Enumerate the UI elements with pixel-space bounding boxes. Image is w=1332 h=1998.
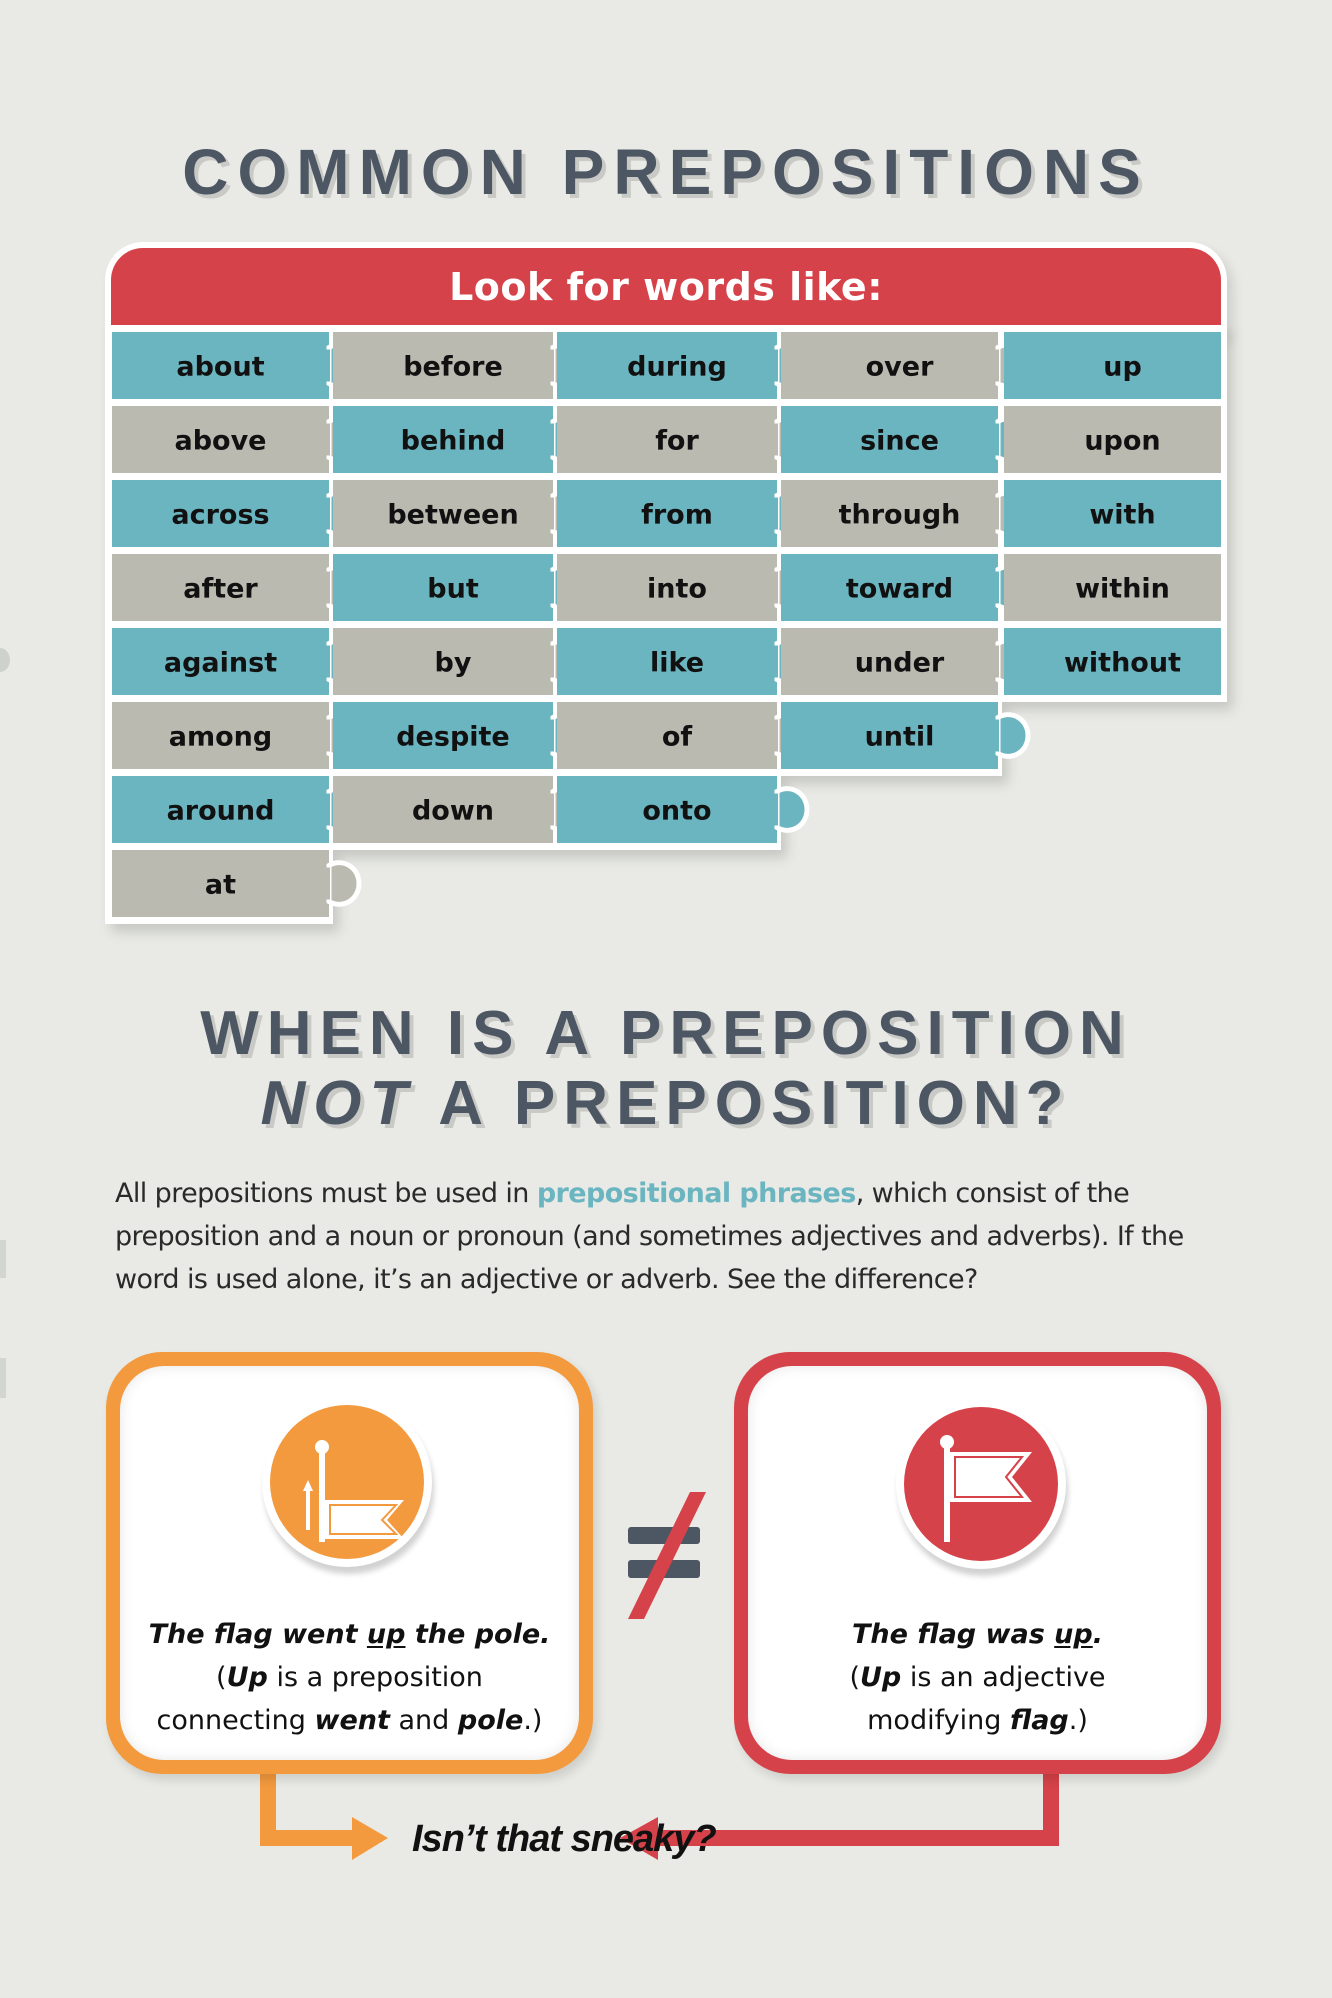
icon-circle: [904, 1407, 1058, 1561]
example-sentence: The flag went up the pole.: [148, 1619, 551, 1650]
not-equal-icon: [628, 1492, 706, 1619]
example-explanation-line2: modifying flag.): [867, 1705, 1088, 1736]
example-explanation-line1: (Up is an adjective: [849, 1662, 1106, 1693]
card-inner: The flag went up the pole. (Up is a prep…: [120, 1366, 579, 1760]
conclusion-text: Isn’t that sneaky?: [412, 1818, 717, 1860]
icon-circle: [270, 1405, 424, 1559]
example-text: The flag was up. (Up is an adjective mod…: [748, 1613, 1207, 1742]
example-explanation-line1: (Up is a preposition: [216, 1662, 483, 1693]
example-card-adjective: The flag was up. (Up is an adjective mod…: [734, 1352, 1221, 1774]
icon-ring: [262, 1397, 432, 1567]
flag-raising-icon: [303, 1440, 404, 1542]
example-sentence: The flag was up.: [851, 1619, 1103, 1650]
left-arrowhead-icon: [352, 1817, 388, 1860]
icon-ring: [896, 1399, 1066, 1569]
card-inner: The flag was up. (Up is an adjective mod…: [748, 1366, 1207, 1760]
flag-icon: [940, 1435, 1032, 1542]
example-text: The flag went up the pole. (Up is a prep…: [120, 1613, 579, 1742]
key-word: up: [366, 1619, 406, 1650]
example-card-preposition: The flag went up the pole. (Up is a prep…: [106, 1352, 593, 1774]
key-word: up: [1054, 1619, 1093, 1650]
example-explanation-line2: connecting went and pole.): [156, 1705, 543, 1736]
